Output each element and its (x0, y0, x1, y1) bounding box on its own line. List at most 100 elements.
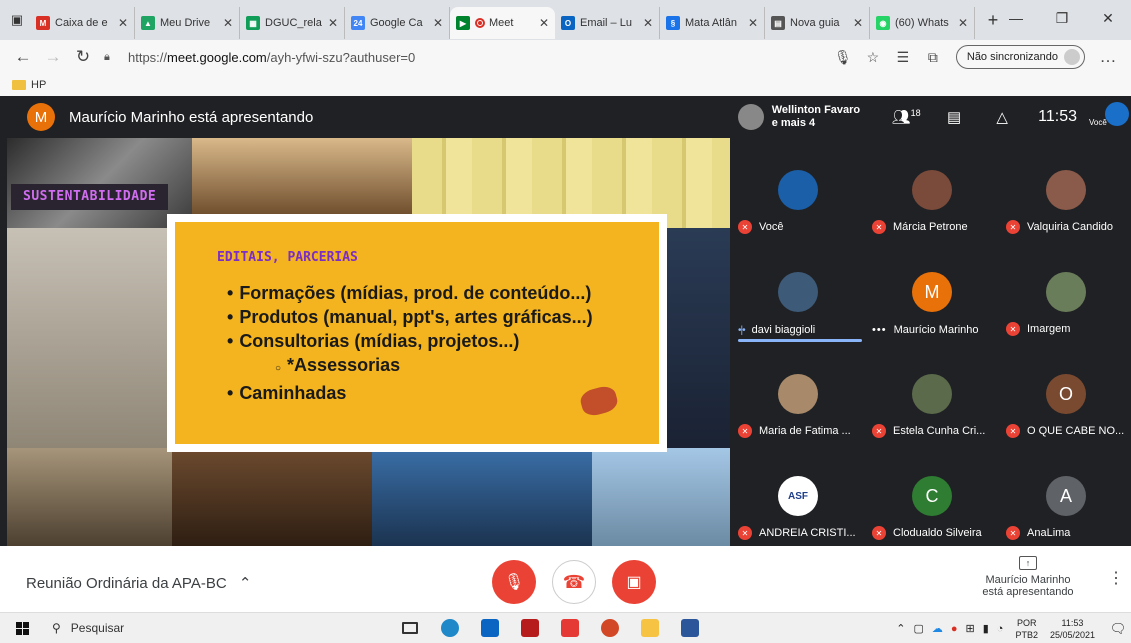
edge-icon[interactable] (430, 613, 470, 643)
browser-tab[interactable]: M Caixa de e ✕ (30, 7, 135, 39)
collections-icon[interactable]: ⧉ (918, 49, 948, 66)
acrobat-icon[interactable] (550, 613, 590, 643)
participant-label: ✕ Clodualdo Silveira (872, 526, 982, 540)
participant-tile[interactable]: ✕ Estela Cunha Cri... (864, 342, 998, 444)
restore-icon[interactable]: ❐ (1039, 0, 1085, 36)
taskbar-clock[interactable]: 11:53 25/05/2021 (1050, 617, 1095, 641)
more-menu-icon[interactable]: … (1093, 42, 1123, 72)
tab-actions-menu-icon[interactable]: ▣ (4, 7, 30, 33)
participant-name: ANDREIA CRISTI... (759, 527, 856, 539)
participant-tile[interactable]: ✕ Maria de Fatima ... (730, 342, 864, 444)
mic-muted-icon: ✕ (738, 526, 752, 540)
close-tab-icon[interactable]: ✕ (853, 16, 863, 30)
mic-muted-icon: ✕ (1006, 424, 1020, 438)
participant-tile[interactable]: A ✕ AnaLima (998, 444, 1131, 546)
browser-tab[interactable]: ▶ Meet ✕ (450, 7, 555, 39)
microphone-toggle-button[interactable]: 🎙︎ (492, 560, 536, 604)
battery-icon[interactable]: ▮ (983, 622, 989, 635)
onedrive-icon[interactable]: ☁ (932, 622, 943, 635)
meeting-details-button[interactable]: Reunião Ordinária da APA-BC ⌃ (26, 574, 251, 592)
bullet-text: Produtos (manual, ppt's, artes gráficas.… (239, 307, 593, 327)
browser-tab[interactable]: ▦ DGUC_rela ✕ (240, 7, 345, 39)
forward-button[interactable]: → (38, 42, 68, 72)
chat-button[interactable]: ▤ (930, 108, 978, 126)
file-explorer-icon[interactable] (630, 613, 670, 643)
bullet-text: Formações (mídias, prod. de conteúdo...) (239, 283, 592, 303)
task-view-icon[interactable] (390, 613, 430, 643)
close-tab-icon[interactable]: ✕ (958, 16, 968, 30)
browser-tab[interactable]: 24 Google Ca ✕ (345, 7, 450, 39)
favorites-list-icon[interactable]: ☰ (888, 49, 918, 66)
close-tab-icon[interactable]: ✕ (223, 16, 233, 30)
participants-button[interactable]: 👥︎18 (882, 108, 930, 126)
powerpoint-icon[interactable] (590, 613, 630, 643)
url-field[interactable]: 🔒︎ https://meet.google.com/ayh-yfwi-szu?… (104, 43, 828, 71)
participant-avatar (778, 272, 818, 312)
participant-tile[interactable]: C ✕ Clodualdo Silveira (864, 444, 998, 546)
participant-tile[interactable]: ✕ Imargem (998, 240, 1131, 342)
close-tab-icon[interactable]: ✕ (433, 16, 443, 30)
active-speaker: Wellinton Favaro e mais 4 (737, 104, 860, 130)
bookmark-folder-hp[interactable]: HP (31, 79, 46, 91)
browser-tab[interactable]: ▲ Meu Drive ✕ (135, 7, 240, 39)
close-tab-icon[interactable]: ✕ (328, 16, 338, 30)
slide-bullet-list: • Formações (mídias, prod. de conteúdo...… (227, 281, 659, 405)
background-photo (7, 448, 172, 546)
close-tab-icon[interactable]: ✕ (539, 16, 549, 30)
back-button[interactable]: ← (8, 42, 38, 72)
site-icon: § (666, 16, 680, 30)
presenting-info-line1: Maurício Marinho (985, 574, 1071, 586)
participant-tile[interactable]: M ••• Maurício Marinho (864, 240, 998, 342)
tray-app-icon[interactable]: ● (951, 623, 958, 635)
notifications-icon[interactable]: 🗨︎ (1105, 621, 1131, 637)
presenter-banner: M Maurício Marinho está apresentando Wel… (0, 96, 1131, 138)
language-indicator[interactable]: POR PTB2 (1015, 617, 1038, 641)
wifi-icon[interactable]: ◔ (997, 623, 1004, 635)
lock-icon[interactable]: 🔒︎ (104, 51, 122, 64)
close-window-icon[interactable]: ✕ (1085, 0, 1131, 36)
self-view[interactable]: Você (1089, 102, 1131, 132)
participant-tile[interactable]: ✕ Você (730, 138, 864, 240)
activities-button[interactable]: △ (978, 108, 1026, 126)
taskbar-search[interactable]: ⚲ Pesquisar (44, 613, 334, 643)
browser-tab[interactable]: ◉ (60) Whats ✕ (870, 7, 975, 39)
browser-tab[interactable]: O Email – Lu ✕ (555, 7, 660, 39)
favorite-star-icon[interactable]: ☆ (858, 49, 888, 66)
mail-icon[interactable] (470, 613, 510, 643)
participant-tile[interactable]: •|• davi biaggioli (730, 240, 864, 342)
mic-off-icon: 🎙︎ (503, 574, 525, 591)
chevron-up-icon[interactable]: ⌃ (896, 622, 905, 635)
minimize-icon[interactable]: — (993, 0, 1039, 36)
participant-tile[interactable]: O ✕ O QUE CABE NO... (998, 342, 1131, 444)
language-code: POR (1016, 617, 1037, 628)
slide-bullet: • Produtos (manual, ppt's, artes gráficas… (227, 305, 659, 329)
browser-tab[interactable]: § Mata Atlân ✕ (660, 7, 765, 39)
search-icon: ⚲ (52, 621, 61, 635)
participant-tile[interactable]: ✕ Márcia Petrone (864, 138, 998, 240)
reload-button[interactable]: ↻ (68, 42, 98, 72)
background-photo (7, 138, 192, 228)
participant-tile[interactable]: ✕ Valquiria Candido (998, 138, 1131, 240)
meet-icon: ▶ (456, 16, 470, 30)
presenting-info-button[interactable]: ↑ Maurício Marinho está apresentando (968, 556, 1088, 598)
tray-app-icon[interactable]: ▢ (913, 622, 923, 635)
close-tab-icon[interactable]: ✕ (748, 16, 758, 30)
word-icon[interactable] (670, 613, 710, 643)
close-tab-icon[interactable]: ✕ (118, 16, 128, 30)
slide-sub-bullet: ○ *Assessorias (227, 353, 659, 381)
camera-toggle-button[interactable]: ▣ (612, 560, 656, 604)
news-app-icon[interactable] (510, 613, 550, 643)
meet-call-area: M Maurício Marinho está apresentando Wel… (0, 96, 1131, 606)
more-options-icon[interactable]: ⋮ (1108, 568, 1124, 588)
browser-tab[interactable]: ▤ Nova guia ✕ (765, 7, 870, 39)
close-tab-icon[interactable]: ✕ (643, 16, 653, 30)
hang-up-icon: ☎︎ (562, 571, 586, 592)
participant-name: davi biaggioli (751, 324, 816, 336)
start-button[interactable] (0, 621, 44, 635)
leave-call-button[interactable]: ☎︎ (552, 560, 596, 604)
participant-tile[interactable]: ASF ✕ ANDREIA CRISTI... (730, 444, 864, 546)
microphone-icon[interactable]: 🎙︎ (828, 49, 858, 66)
sync-status-button[interactable]: Não sincronizando (955, 45, 1085, 69)
network-icon[interactable]: ⊞ (966, 622, 975, 635)
chat-icon: ▤ (947, 109, 962, 126)
